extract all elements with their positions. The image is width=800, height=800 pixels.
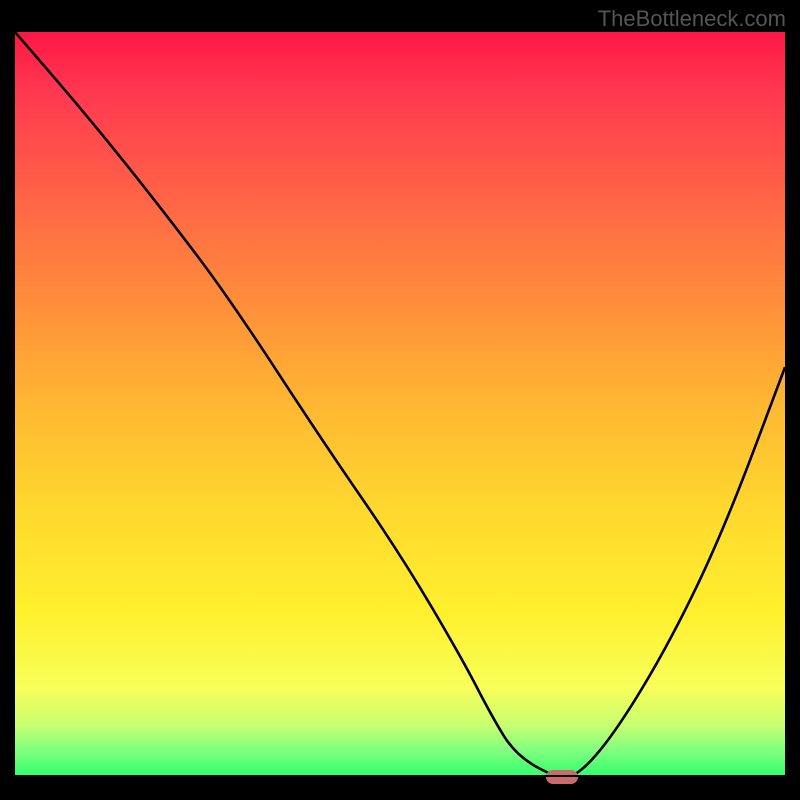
watermark-text: TheBottleneck.com	[598, 6, 786, 32]
optimal-marker	[546, 770, 578, 784]
chart-plot-area	[15, 32, 785, 777]
bottleneck-curve-path	[15, 32, 785, 777]
chart-line-svg	[15, 32, 785, 777]
chart-baseline	[15, 775, 785, 777]
